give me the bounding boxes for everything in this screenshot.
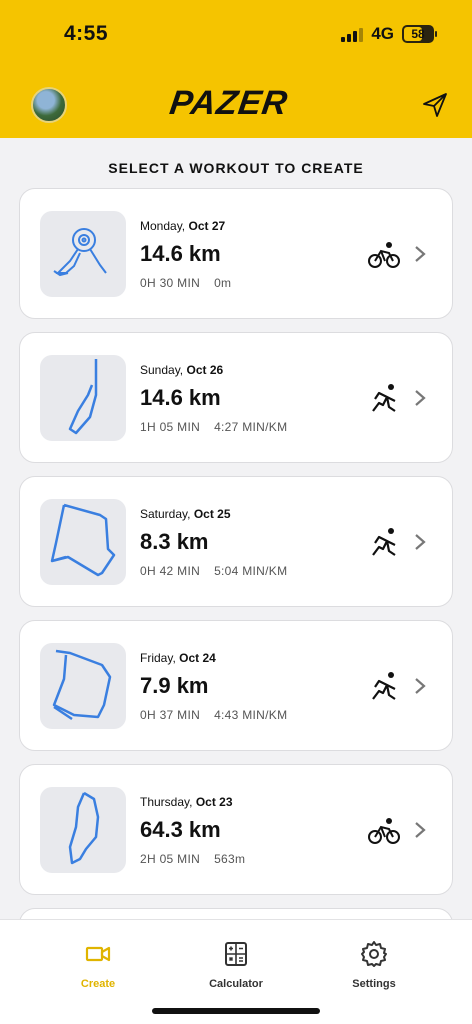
route-thumbnail xyxy=(40,787,126,873)
route-thumbnail xyxy=(40,211,126,297)
workout-duration: 0H 37 MIN xyxy=(140,708,201,722)
send-icon[interactable] xyxy=(422,92,448,118)
workout-distance: 14.6 km xyxy=(140,385,221,410)
tab-label: Create xyxy=(80,978,116,990)
route-thumbnail xyxy=(40,643,126,729)
chevron-right-icon[interactable] xyxy=(413,676,427,696)
workout-date: Friday, Oct 24 xyxy=(140,651,216,665)
workout-date: Saturday, Oct 25 xyxy=(140,507,231,521)
workout-meta: 1H 05 MIN 4:27 MIN/KM xyxy=(140,420,287,434)
status-time: 4:55 xyxy=(64,22,109,45)
tab-calculator[interactable]: Calculator xyxy=(176,940,296,990)
workout-duration: 0H 42 MIN xyxy=(140,564,201,578)
workout-duration: 0H 30 MIN xyxy=(140,276,201,290)
workout-card[interactable]: Thursday, Oct 23 64.3 km 2H 05 MIN 563m xyxy=(19,764,453,895)
workout-card[interactable]: Monday, Oct 27 14.6 km 0H 30 MIN 0m xyxy=(19,188,453,319)
avatar[interactable] xyxy=(31,87,67,123)
route-thumbnail xyxy=(40,499,126,585)
video-camera-icon xyxy=(85,946,111,962)
workout-card[interactable]: Sunday, Oct 26 14.6 km 1H 05 MIN 4:27 MI… xyxy=(19,332,453,463)
workout-card[interactable]: Friday, Oct 24 7.9 km 0H 37 MIN 4:43 MIN… xyxy=(19,620,453,751)
workout-card[interactable]: Saturday, Oct 25 8.3 km 0H 42 MIN 5:04 M… xyxy=(19,476,453,607)
signal-icon xyxy=(341,26,364,42)
status-indicators: 4G 58 xyxy=(341,24,437,44)
workout-date: Monday, Oct 27 xyxy=(140,219,226,233)
workout-distance: 14.6 km xyxy=(140,241,221,266)
workout-meta: 0H 37 MIN 4:43 MIN/KM xyxy=(140,708,287,722)
tab-create[interactable]: Create xyxy=(38,940,158,990)
app-logo: PAZER xyxy=(167,84,291,122)
chevron-right-icon[interactable] xyxy=(413,388,427,408)
gear-icon xyxy=(361,941,387,967)
running-icon xyxy=(372,672,396,700)
workout-extra: 5:04 MIN/KM xyxy=(214,564,288,578)
workout-extra: 563m xyxy=(214,852,246,866)
cycling-icon xyxy=(368,242,400,268)
running-icon xyxy=(372,384,396,412)
section-title: SELECT A WORKOUT TO CREATE xyxy=(108,160,364,176)
calculator-icon xyxy=(225,942,247,966)
route-thumbnail xyxy=(40,355,126,441)
workout-distance: 8.3 km xyxy=(140,529,209,554)
chevron-right-icon[interactable] xyxy=(413,820,427,840)
tab-label: Settings xyxy=(352,978,396,990)
tab-settings[interactable]: Settings xyxy=(314,940,434,990)
workout-date: Sunday, Oct 26 xyxy=(140,363,224,377)
running-icon xyxy=(372,528,396,556)
cycling-icon xyxy=(368,818,400,844)
workout-distance: 64.3 km xyxy=(140,817,221,842)
workout-meta: 2H 05 MIN 563m xyxy=(140,852,245,866)
workout-extra: 0m xyxy=(214,276,232,290)
chevron-right-icon[interactable] xyxy=(413,244,427,264)
workout-extra: 4:27 MIN/KM xyxy=(214,420,288,434)
workout-duration: 1H 05 MIN xyxy=(140,420,201,434)
workout-meta: 0H 42 MIN 5:04 MIN/KM xyxy=(140,564,287,578)
workout-date: Thursday, Oct 23 xyxy=(140,795,233,809)
home-indicator xyxy=(152,1008,320,1014)
workout-extra: 4:43 MIN/KM xyxy=(214,708,288,722)
workout-distance: 7.9 km xyxy=(140,673,209,698)
workout-duration: 2H 05 MIN xyxy=(140,852,201,866)
app-header: 4:55 4G 58 PAZER xyxy=(0,0,472,138)
chevron-right-icon[interactable] xyxy=(413,532,427,552)
battery-level: 58 xyxy=(411,27,425,41)
network-type: 4G xyxy=(371,24,394,43)
workout-meta: 0H 30 MIN 0m xyxy=(140,276,231,290)
tab-label: Calculator xyxy=(209,978,263,990)
battery-icon: 58 xyxy=(402,25,437,43)
